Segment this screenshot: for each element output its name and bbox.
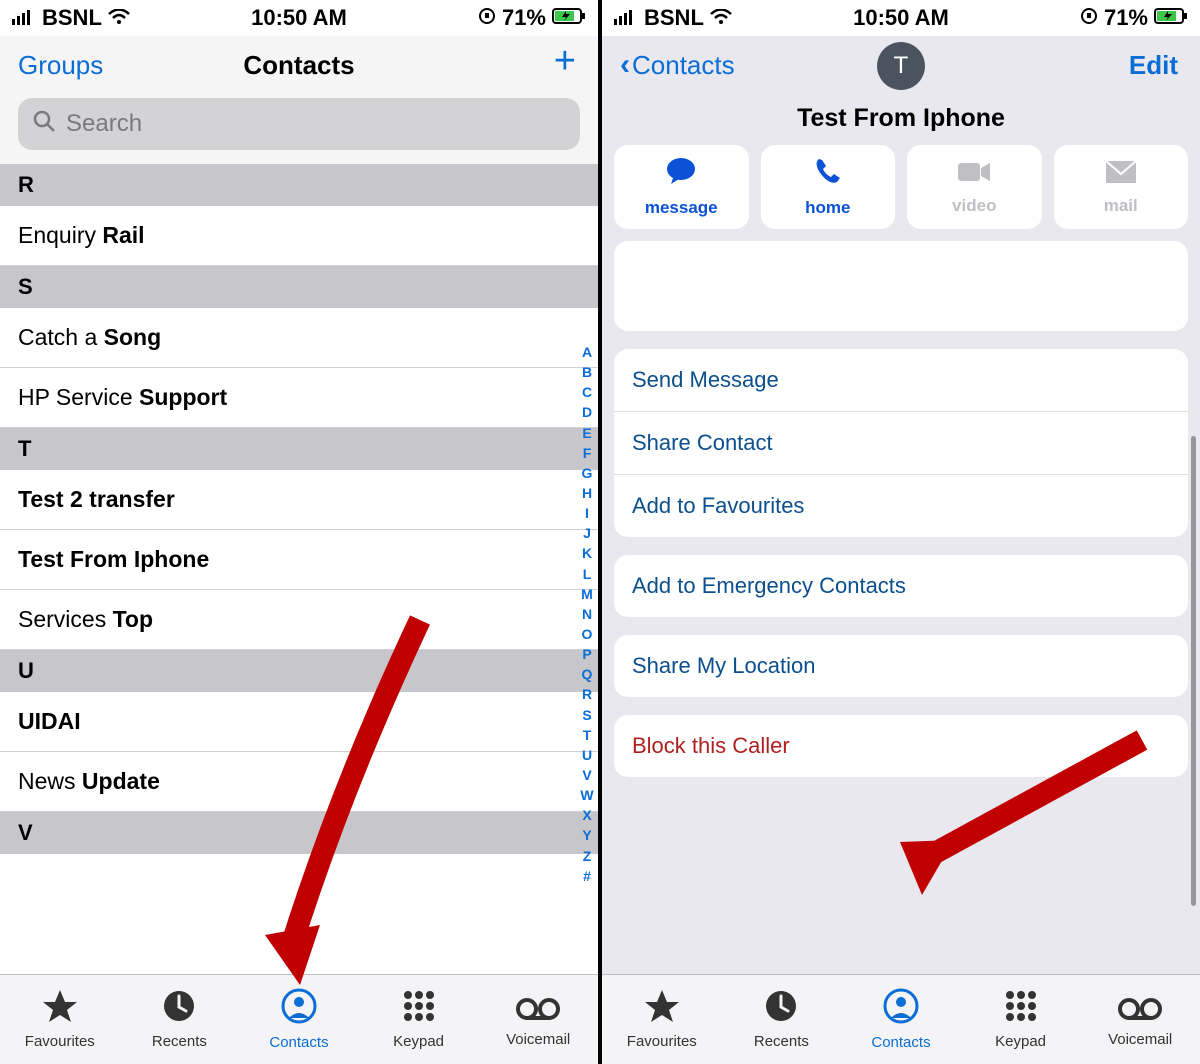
tab-recents[interactable]: Recents xyxy=(722,975,842,1064)
add-to-favourites-row[interactable]: Add to Favourites xyxy=(614,475,1188,537)
keypad-icon xyxy=(1004,989,1038,1031)
back-button[interactable]: ‹ Contacts xyxy=(620,48,735,82)
contact-name: Test From Iphone xyxy=(602,94,1200,145)
tab-voicemail[interactable]: Voicemail xyxy=(478,975,598,1064)
share-contact-row[interactable]: Share Contact xyxy=(614,412,1188,475)
status-bar: BSNL 10:50 AM 71% xyxy=(0,0,598,36)
voicemail-icon xyxy=(1118,992,1162,1029)
tab-favourites[interactable]: Favourites xyxy=(0,975,120,1064)
star-icon xyxy=(42,989,78,1031)
section-header: V xyxy=(0,812,598,854)
add-to-emergency-contacts-row[interactable]: Add to Emergency Contacts xyxy=(614,555,1188,617)
scrollbar[interactable] xyxy=(1191,436,1196,906)
tab-contacts[interactable]: Contacts xyxy=(841,975,961,1064)
battery-icon xyxy=(552,5,586,31)
card: Add to Emergency Contacts xyxy=(614,555,1188,617)
card: Block this Caller xyxy=(614,715,1188,777)
chevron-left-icon: ‹ xyxy=(620,48,630,82)
section-header: U xyxy=(0,650,598,692)
edit-button[interactable]: Edit xyxy=(1129,50,1178,81)
contacts-list[interactable]: REnquiry RailSCatch a SongHP Service Sup… xyxy=(0,164,598,974)
keypad-icon xyxy=(402,989,436,1031)
mail-button: mail xyxy=(1054,145,1189,229)
screen-contact-detail: BSNL 10:50 AM 71% ‹ Contacts T Edit Test… xyxy=(598,0,1200,1064)
tab-keypad[interactable]: Keypad xyxy=(961,975,1081,1064)
contact-row[interactable]: Catch a Song xyxy=(0,308,598,368)
share-my-location-row[interactable]: Share My Location xyxy=(614,635,1188,697)
battery-icon xyxy=(1154,5,1188,31)
card: Share My Location xyxy=(614,635,1188,697)
screen-contacts-list: BSNL 10:50 AM 71% Groups Contacts + Sear… xyxy=(0,0,598,1064)
contact-row[interactable]: HP Service Support xyxy=(0,368,598,428)
wifi-icon xyxy=(710,5,732,31)
groups-button[interactable]: Groups xyxy=(18,50,103,81)
video-icon xyxy=(957,158,991,192)
carrier-label: BSNL xyxy=(644,5,704,31)
status-time: 10:50 AM xyxy=(853,5,949,31)
wifi-icon xyxy=(108,5,130,31)
video-button: video xyxy=(907,145,1042,229)
tab-recents[interactable]: Recents xyxy=(120,975,240,1064)
notes-card[interactable] xyxy=(614,241,1188,331)
signal-icon xyxy=(12,5,36,31)
add-contact-button[interactable]: + xyxy=(554,40,576,83)
contact-row[interactable]: UIDAI xyxy=(0,692,598,752)
contact-row[interactable]: Test From Iphone xyxy=(0,530,598,590)
search-icon xyxy=(32,109,56,140)
contact-icon xyxy=(883,988,919,1032)
search-input[interactable]: Search xyxy=(18,98,580,150)
star-icon xyxy=(644,989,680,1031)
search-wrap: Search xyxy=(0,94,598,164)
phone-icon xyxy=(813,156,843,194)
status-bar: BSNL 10:50 AM 71% xyxy=(602,0,1200,36)
contact-row[interactable]: Enquiry Rail xyxy=(0,206,598,266)
clock-icon xyxy=(764,989,798,1031)
message-icon xyxy=(665,156,697,194)
rotation-lock-icon xyxy=(478,5,496,31)
contact-row[interactable]: News Update xyxy=(0,752,598,812)
page-title: Contacts xyxy=(243,50,354,81)
action-row: messagehomevideomail xyxy=(602,145,1200,241)
contact-icon xyxy=(281,988,317,1032)
block-this-caller-row[interactable]: Block this Caller xyxy=(614,715,1188,777)
tab-bar: FavouritesRecentsContactsKeypadVoicemail xyxy=(0,974,598,1064)
status-time: 10:50 AM xyxy=(251,5,347,31)
battery-percent: 71% xyxy=(502,5,546,31)
message-button[interactable]: message xyxy=(614,145,749,229)
voicemail-icon xyxy=(516,992,560,1029)
tab-voicemail[interactable]: Voicemail xyxy=(1080,975,1200,1064)
section-header: T xyxy=(0,428,598,470)
nav-bar: ‹ Contacts T Edit xyxy=(602,36,1200,94)
send-message-row[interactable]: Send Message xyxy=(614,349,1188,412)
back-label: Contacts xyxy=(632,50,735,81)
alphabet-index[interactable]: ABCDEFGHIJKLMNOPQRSTUVWXYZ# xyxy=(578,344,596,884)
home-button[interactable]: home xyxy=(761,145,896,229)
mail-icon xyxy=(1105,158,1137,192)
section-header: R xyxy=(0,164,598,206)
signal-icon xyxy=(614,5,638,31)
battery-percent: 71% xyxy=(1104,5,1148,31)
tab-keypad[interactable]: Keypad xyxy=(359,975,479,1064)
contact-row[interactable]: Test 2 transfer xyxy=(0,470,598,530)
tab-contacts[interactable]: Contacts xyxy=(239,975,359,1064)
section-header: S xyxy=(0,266,598,308)
carrier-label: BSNL xyxy=(42,5,102,31)
contact-row[interactable]: Services Top xyxy=(0,590,598,650)
tab-favourites[interactable]: Favourites xyxy=(602,975,722,1064)
nav-bar: Groups Contacts + xyxy=(0,36,598,94)
avatar[interactable]: T xyxy=(877,42,925,90)
tab-bar: FavouritesRecentsContactsKeypadVoicemail xyxy=(602,974,1200,1064)
rotation-lock-icon xyxy=(1080,5,1098,31)
search-placeholder: Search xyxy=(66,110,142,138)
card: Send MessageShare ContactAdd to Favourit… xyxy=(614,349,1188,537)
clock-icon xyxy=(162,989,196,1031)
